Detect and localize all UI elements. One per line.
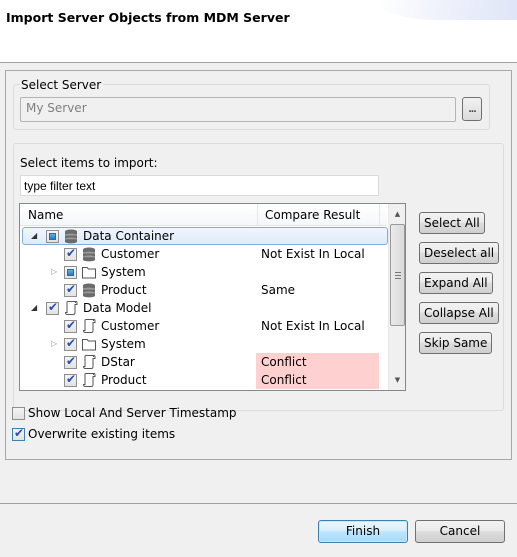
checkmark-icon: ✔ — [48, 300, 59, 314]
finish-button[interactable]: Finish — [318, 520, 408, 543]
collapsed-twisty-icon[interactable]: ▷ — [51, 267, 60, 277]
row-name: Data Model — [83, 301, 152, 315]
row-checkbox[interactable]: ✔ — [46, 300, 59, 315]
scroll-icon — [81, 372, 97, 388]
checkmark-icon: ✔ — [66, 354, 77, 368]
row-checkbox[interactable]: ✔ — [64, 282, 77, 297]
select-items-label: Select items to import: — [20, 156, 158, 170]
items-tree[interactable]: Name Compare Result ◢ Data Container ✔ Cust… — [19, 203, 406, 391]
scroll-icon — [81, 318, 97, 334]
tree-row[interactable]: ✔ Customer Not Exist In Local — [20, 245, 387, 263]
scroll-down-arrow-icon[interactable]: ▼ — [389, 372, 405, 389]
tree-row[interactable]: ✔ Product Conflict — [20, 371, 387, 389]
partial-check-icon — [67, 269, 74, 276]
folder-icon — [81, 336, 97, 352]
row-compare-result: Not Exist In Local — [261, 247, 365, 261]
row-checkbox[interactable]: ✔ — [64, 246, 77, 261]
header-decoration — [377, 0, 517, 20]
row-checkbox[interactable] — [64, 266, 77, 279]
server-field: My Server — [20, 97, 456, 122]
row-name: System — [101, 337, 146, 351]
scroll-icon — [63, 300, 79, 316]
row-name: Product — [101, 373, 147, 387]
select-server-label: Select Server — [20, 78, 104, 92]
dialog-header: Import Server Objects from MDM Server — [0, 0, 517, 63]
overwrite-label[interactable]: Overwrite existing items — [28, 427, 175, 441]
row-compare-result: Not Exist In Local — [261, 319, 365, 333]
tree-row[interactable]: ◢ ✔ Data Model — [20, 299, 387, 317]
database-icon — [81, 282, 97, 298]
browse-server-button[interactable]: ... — [462, 97, 482, 121]
database-icon — [63, 228, 79, 244]
deselect-all-button[interactable]: Deselect all — [419, 242, 500, 264]
skip-same-button[interactable]: Skip Same — [419, 332, 493, 354]
row-name: System — [101, 265, 146, 279]
scrollbar-thumb[interactable] — [390, 224, 405, 326]
row-name: DStar — [101, 355, 135, 369]
database-icon — [81, 246, 97, 262]
collapse-all-button[interactable]: Collapse All — [419, 302, 499, 324]
checkmark-icon: ✔ — [66, 372, 77, 386]
footer-divider — [0, 503, 517, 504]
filter-input[interactable] — [20, 175, 379, 196]
show-timestamp-label[interactable]: Show Local And Server Timestamp — [28, 406, 237, 420]
column-header-compare-result[interactable]: Compare Result — [265, 208, 360, 222]
select-all-button[interactable]: Select All — [419, 212, 485, 234]
vertical-scrollbar[interactable]: ▲ ▼ — [388, 204, 405, 390]
tree-row[interactable]: ✔ DStar Conflict — [20, 353, 387, 371]
tree-row[interactable]: ▷ System — [20, 263, 387, 281]
row-compare-result: Same — [261, 283, 296, 297]
show-timestamp-checkbox[interactable] — [12, 407, 25, 420]
folder-icon — [81, 264, 97, 280]
row-compare-result: Conflict — [261, 355, 307, 369]
partial-check-icon — [49, 233, 56, 240]
checkmark-icon: ✔ — [66, 282, 77, 296]
expanded-twisty-icon[interactable]: ◢ — [31, 303, 40, 313]
tree-header: Name Compare Result — [20, 204, 387, 226]
row-checkbox[interactable]: ✔ — [64, 372, 77, 387]
expanded-twisty-icon[interactable]: ◢ — [31, 231, 40, 241]
overwrite-checkbox[interactable]: ✔ — [12, 426, 25, 441]
tree-row[interactable]: ◢ Data Container — [20, 227, 388, 245]
row-checkbox[interactable]: ✔ — [64, 318, 77, 333]
column-separator[interactable] — [257, 204, 258, 226]
grip-icon — [395, 272, 401, 279]
scroll-up-arrow-icon[interactable]: ▲ — [389, 206, 405, 223]
collapsed-twisty-icon[interactable]: ▷ — [51, 339, 60, 349]
row-name: Customer — [101, 247, 160, 261]
row-name: Customer — [101, 319, 160, 333]
checkmark-icon: ✔ — [66, 336, 77, 350]
row-name: Data Container — [83, 229, 175, 243]
column-separator[interactable] — [379, 204, 380, 226]
scroll-icon — [81, 354, 97, 370]
column-header-name[interactable]: Name — [28, 208, 63, 222]
row-checkbox[interactable] — [46, 230, 59, 243]
cancel-button[interactable]: Cancel — [415, 520, 505, 543]
row-checkbox[interactable]: ✔ — [64, 354, 77, 369]
row-checkbox[interactable]: ✔ — [64, 336, 77, 351]
tree-row[interactable]: ✔ Product Same — [20, 281, 387, 299]
row-compare-result: Conflict — [261, 373, 307, 387]
checkmark-icon: ✔ — [66, 246, 77, 260]
tree-row[interactable]: ▷ ✔ System — [20, 335, 387, 353]
row-name: Product — [101, 283, 147, 297]
tree-row[interactable]: ✔ Customer Not Exist In Local — [20, 317, 387, 335]
checkmark-icon: ✔ — [14, 426, 25, 440]
checkmark-icon: ✔ — [66, 318, 77, 332]
dialog-title: Import Server Objects from MDM Server — [6, 10, 290, 25]
expand-all-button[interactable]: Expand All — [419, 272, 493, 294]
